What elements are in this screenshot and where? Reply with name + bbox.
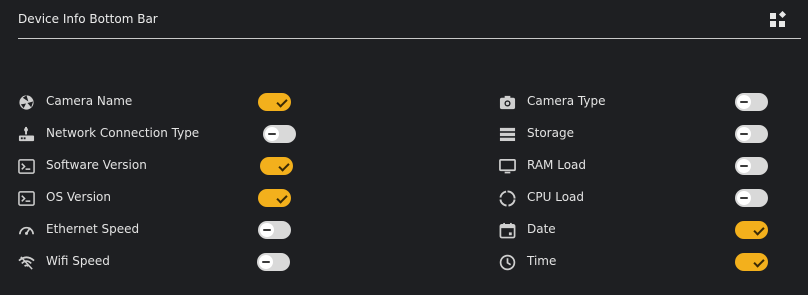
toggle-knob bbox=[275, 191, 289, 205]
toggle-knob bbox=[737, 191, 751, 205]
storage-toggle[interactable] bbox=[735, 125, 768, 143]
option-camera-type: Camera Type bbox=[499, 86, 779, 118]
option-software-version: Software Version bbox=[18, 150, 303, 182]
terminal-icon bbox=[18, 190, 35, 207]
storage-icon bbox=[499, 126, 516, 143]
option-label: Ethernet Speed bbox=[46, 222, 140, 236]
panel-title: Device Info Bottom Bar bbox=[18, 12, 158, 26]
software-version-toggle[interactable] bbox=[260, 157, 293, 175]
option-label: Camera Type bbox=[527, 94, 606, 108]
camera-aperture-icon bbox=[18, 94, 35, 111]
left-options-column: Camera Name Network Connection Type Soft… bbox=[18, 86, 303, 278]
option-label: Date bbox=[527, 222, 556, 236]
terminal-icon bbox=[18, 158, 35, 175]
option-label: Wifi Speed bbox=[46, 254, 110, 268]
option-cpu-load: CPU Load bbox=[499, 182, 779, 214]
camera-type-toggle[interactable] bbox=[735, 93, 768, 111]
option-label: CPU Load bbox=[527, 190, 584, 204]
option-label: Network Connection Type bbox=[46, 126, 200, 140]
option-wifi-speed: Wifi Speed bbox=[18, 246, 303, 278]
right-options-column: Camera Type Storage RAM Load CPU Load Da… bbox=[499, 86, 779, 278]
ram-load-toggle[interactable] bbox=[735, 157, 768, 175]
toggle-knob bbox=[737, 159, 751, 173]
ethernet-speed-toggle[interactable] bbox=[258, 221, 291, 239]
camera-icon bbox=[499, 94, 516, 111]
cpu-load-toggle[interactable] bbox=[735, 189, 768, 207]
network-icon bbox=[18, 126, 35, 143]
wifi-icon bbox=[18, 254, 35, 271]
device-info-settings-panel: Device Info Bottom Bar Camera Name Netwo… bbox=[0, 0, 808, 295]
option-storage: Storage bbox=[499, 118, 779, 150]
panel-header: Device Info Bottom Bar bbox=[18, 0, 801, 39]
toggle-knob bbox=[737, 95, 751, 109]
time-toggle[interactable] bbox=[735, 253, 768, 271]
option-label: Software Version bbox=[46, 158, 147, 172]
option-label: Time bbox=[527, 254, 557, 268]
toggle-knob bbox=[737, 127, 751, 141]
toggle-knob bbox=[260, 223, 274, 237]
monitor-icon bbox=[499, 158, 516, 175]
camera-name-toggle[interactable] bbox=[258, 93, 291, 111]
option-ram-load: RAM Load bbox=[499, 150, 779, 182]
option-network-connection-type: Network Connection Type bbox=[18, 118, 303, 150]
wifi-speed-toggle[interactable] bbox=[257, 253, 290, 271]
network-connection-type-toggle[interactable] bbox=[263, 125, 296, 143]
option-date: Date bbox=[499, 214, 779, 246]
date-toggle[interactable] bbox=[735, 221, 768, 239]
toggle-knob bbox=[265, 127, 279, 141]
toggle-knob bbox=[259, 255, 273, 269]
clock-icon bbox=[499, 254, 516, 271]
toggle-knob bbox=[752, 223, 766, 237]
option-label: OS Version bbox=[46, 190, 112, 204]
speedometer-icon bbox=[18, 222, 35, 239]
toggle-knob bbox=[752, 255, 766, 269]
progress-icon bbox=[499, 190, 516, 207]
option-time: Time bbox=[499, 246, 779, 278]
calendar-icon bbox=[499, 222, 516, 239]
option-ethernet-speed: Ethernet Speed bbox=[18, 214, 303, 246]
os-version-toggle[interactable] bbox=[258, 189, 291, 207]
option-os-version: OS Version bbox=[18, 182, 303, 214]
option-label: RAM Load bbox=[527, 158, 587, 172]
option-label: Camera Name bbox=[46, 94, 133, 108]
grid-icon[interactable] bbox=[769, 10, 787, 29]
toggle-knob bbox=[275, 95, 289, 109]
toggle-knob bbox=[277, 159, 291, 173]
option-camera-name: Camera Name bbox=[18, 86, 303, 118]
option-label: Storage bbox=[527, 126, 574, 140]
